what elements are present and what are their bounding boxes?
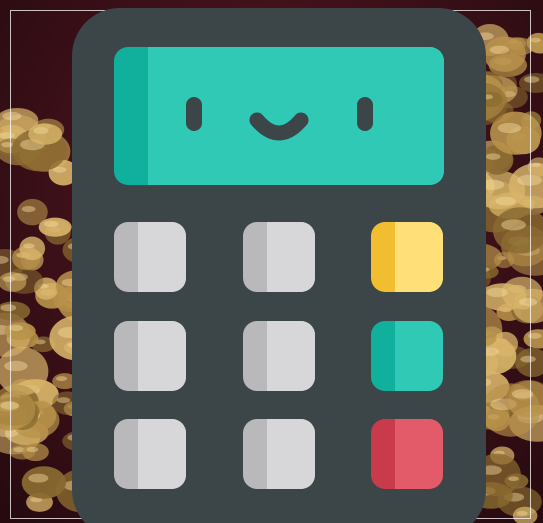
key-yellow-r1c3 [371,222,443,292]
key-red-r3c3 [371,419,443,489]
calculator-screen [114,47,444,185]
key-gray-r1c2 [243,222,315,292]
calculator-icon[interactable] [0,0,543,523]
left-eye [186,97,202,131]
key-gray-r2c2 [243,321,315,391]
key-teal-r2c3 [371,321,443,391]
app-icon-scene [0,0,543,523]
right-eye [357,97,373,131]
key-gray-r3c2 [243,419,315,489]
key-gray-r1c1 [114,222,186,292]
key-gray-r2c1 [114,321,186,391]
key-gray-r3c1 [114,419,186,489]
keypad [114,222,443,489]
